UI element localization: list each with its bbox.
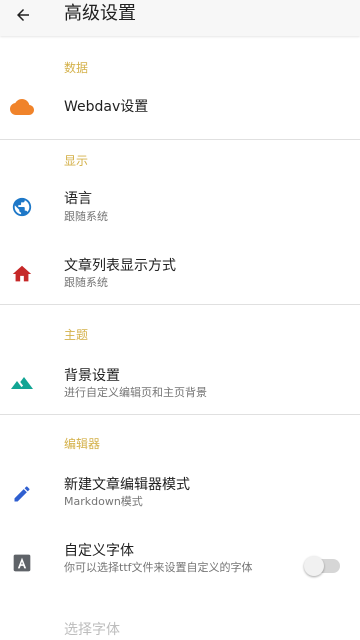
custom-font-title: 自定义字体	[64, 543, 134, 559]
pencil-icon	[10, 482, 34, 506]
article-list-style-value: 跟随系统	[64, 276, 108, 289]
background-settings-description: 进行自定义编辑页和主页背景	[64, 386, 207, 399]
editor-mode-title: 新建文章编辑器模式	[64, 477, 190, 493]
cloud-icon	[10, 95, 34, 119]
arrow-back-icon	[17, 9, 29, 21]
editor-mode-value: Markdown模式	[64, 495, 143, 508]
webdav-settings-item[interactable]: Webdav设置	[0, 86, 360, 128]
app-bar: 高级设置	[0, 0, 360, 36]
divider	[0, 139, 360, 140]
section-title-editor: 编辑器	[64, 437, 101, 451]
landscape-icon	[10, 371, 34, 395]
article-list-style-item[interactable]: 文章列表显示方式 跟随系统	[0, 250, 360, 296]
language-value: 跟随系统	[64, 210, 108, 223]
section-title-data: 数据	[64, 61, 89, 75]
choose-font-item[interactable]: 选择字体	[0, 615, 360, 640]
custom-font-toggle[interactable]	[304, 556, 340, 576]
back-button[interactable]	[10, 2, 36, 28]
page-title: 高级设置	[64, 3, 136, 24]
section-title-display: 显示	[64, 154, 89, 168]
custom-font-description: 你可以选择ttf文件来设置自定义的字体	[64, 561, 253, 574]
language-item[interactable]: 语言 跟随系统	[0, 183, 360, 229]
webdav-settings-title: Webdav设置	[64, 99, 149, 115]
home-icon	[10, 262, 34, 286]
article-list-style-title: 文章列表显示方式	[64, 258, 176, 274]
choose-font-title: 选择字体	[64, 622, 120, 638]
divider	[0, 304, 360, 305]
font-box-icon	[10, 551, 34, 575]
custom-font-item[interactable]: 自定义字体 你可以选择ttf文件来设置自定义的字体	[0, 537, 360, 587]
section-title-theme: 主题	[64, 328, 89, 342]
toggle-knob	[304, 556, 324, 576]
background-settings-item[interactable]: 背景设置 进行自定义编辑页和主页背景	[0, 359, 360, 405]
divider	[0, 414, 360, 415]
editor-mode-item[interactable]: 新建文章编辑器模式 Markdown模式	[0, 470, 360, 516]
globe-icon	[10, 195, 34, 219]
language-title: 语言	[64, 191, 92, 207]
background-settings-title: 背景设置	[64, 368, 120, 384]
